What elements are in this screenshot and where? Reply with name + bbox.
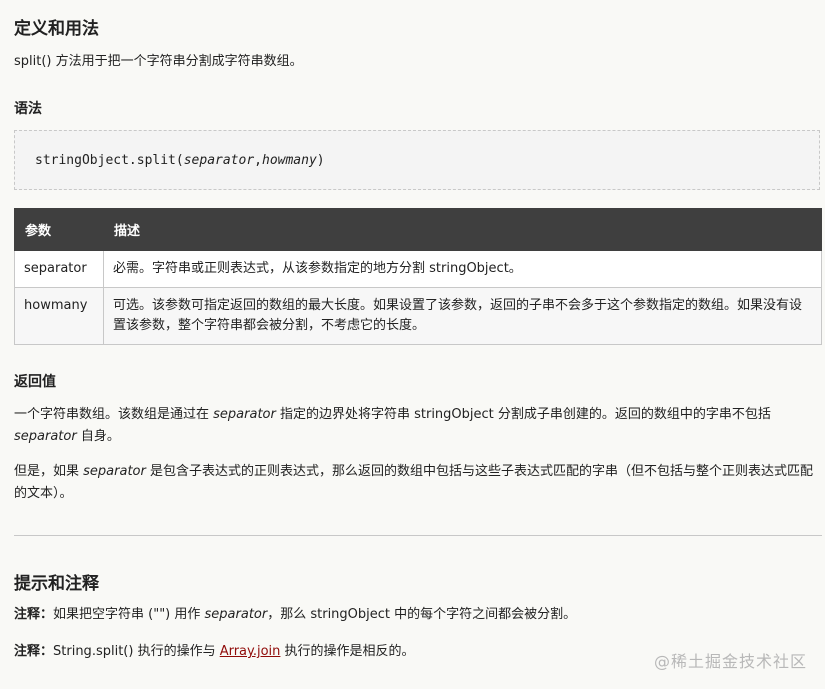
return-text-part: 指定的边界处将字符串 stringObject 分割成子串创建的。返回的数组中的… [275,407,771,422]
note-text: String.split() 执行的操作与 [53,644,220,659]
param-desc: 必需。字符串或正则表达式，从该参数指定的地方分割 stringObject。 [103,250,822,288]
array-join-link[interactable]: Array.join [220,644,281,659]
table-row: separator 必需。字符串或正则表达式，从该参数指定的地方分割 strin… [14,250,822,288]
code-param-separator: separator [183,153,255,168]
param-name: howmany [14,287,104,345]
note-em: separator [204,607,268,622]
syntax-title: 语法 [14,101,42,117]
tips-title: 提示和注释 [14,574,99,594]
return-text-em: separator [83,464,146,479]
return-text-em: separator [14,429,77,444]
note-label: 注释： [14,607,54,622]
params-table: 参数 描述 separator 必需。字符串或正则表达式，从该参数指定的地方分割… [14,208,822,345]
note-label: 注释： [14,644,54,659]
param-name: separator [14,250,104,288]
code-comma: , [254,153,262,168]
code-param-howmany: howmany [262,153,317,168]
note-text: ，那么 stringObject 中的每个字符之间都会被分割。 [267,607,577,622]
watermark: @稀土掘金技术社区 [653,652,807,671]
header-desc: 描述 [103,208,822,251]
section-title-definition: 定义和用法 [14,19,99,39]
note-1: 注释：如果把空字符串 ("") 用作 separator，那么 stringOb… [14,604,576,626]
return-title: 返回值 [14,374,56,390]
return-text-2: 但是，如果 separator 是包含子表达式的正则表达式，那么返回的数组中包括… [14,461,820,505]
table-header-row: 参数 描述 [14,208,822,251]
return-text-part: 但是，如果 [14,464,84,479]
syntax-code-box: stringObject.split(separator,howmany) [14,130,820,190]
return-text-part: 自身。 [76,429,120,444]
note-text: 执行的操作是相反的。 [280,644,415,659]
definition-text: split() 方法用于把一个字符串分割成字符串数组。 [14,54,303,69]
table-row: howmany 可选。该参数可指定返回的数组的最大长度。如果设置了该参数，返回的… [14,287,822,345]
return-text-em: separator [213,407,276,422]
param-desc: 可选。该参数可指定返回的数组的最大长度。如果设置了该参数，返回的子串不会多于这个… [103,287,822,345]
code-prefix: stringObject.split( [35,153,184,168]
return-text-part: 一个字符串数组。该数组是通过在 [14,407,214,422]
syntax-code: stringObject.split(separator,howmany) [35,153,325,168]
note-2: 注释：String.split() 执行的操作与 Array.join 执行的操… [14,641,415,663]
header-param: 参数 [14,208,104,251]
return-text-1: 一个字符串数组。该数组是通过在 separator 指定的边界处将字符串 str… [14,404,820,448]
note-text: 如果把空字符串 ("") 用作 [53,607,205,622]
section-divider [14,535,822,536]
code-suffix: ) [316,153,325,168]
